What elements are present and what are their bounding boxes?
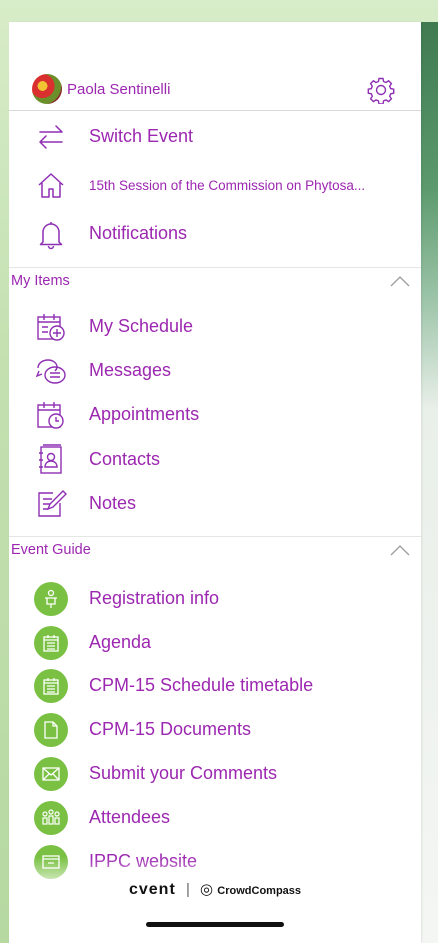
- address-book-icon: [39, 444, 62, 474]
- chevron-up-icon[interactable]: [389, 543, 411, 557]
- menu-item-contacts[interactable]: Contacts: [9, 437, 421, 481]
- footer-branding: cvent | ◎ CrowdCompass: [9, 880, 421, 899]
- navigation-drawer: Paola Sentinelli Switch Event 15th Sessi…: [9, 22, 421, 943]
- calendar-clock-icon: [37, 402, 64, 429]
- chevron-up-icon[interactable]: [389, 274, 411, 288]
- section-header-event-guide[interactable]: Event Guide: [9, 536, 421, 565]
- menu-item-notifications[interactable]: Notifications: [9, 211, 421, 255]
- menu-item-label: Registration info: [89, 588, 220, 608]
- menu-item-label: Switch Event: [89, 126, 194, 146]
- menu-item-event-home[interactable]: 15th Session of the Commission on Phytos…: [9, 163, 421, 207]
- chat-bubbles-icon: [35, 359, 66, 384]
- menu-item-schedule-timetable[interactable]: CPM-15 Schedule timetable: [9, 663, 421, 707]
- section-header-my-items[interactable]: My Items: [9, 267, 421, 296]
- menu-item-switch-event[interactable]: Switch Event: [9, 114, 421, 158]
- section-title: My Items: [11, 273, 70, 289]
- menu-item-label: My Schedule: [89, 316, 194, 336]
- document-icon: [34, 713, 68, 747]
- switch-arrows-icon: [39, 125, 63, 149]
- menu-item-label: Appointments: [89, 404, 200, 424]
- footer-divider: |: [185, 881, 190, 898]
- envelope-icon: [34, 757, 68, 791]
- menu-item-notes[interactable]: Notes: [9, 481, 421, 525]
- profile-header[interactable]: Paola Sentinelli: [9, 72, 421, 111]
- crowdcompass-logo-icon: ◎: [200, 881, 214, 898]
- menu-item-documents[interactable]: CPM-15 Documents: [9, 707, 421, 751]
- avatar[interactable]: [32, 74, 62, 104]
- menu-item-label: CPM-15 Schedule timetable: [89, 675, 314, 695]
- menu-item-registration-info[interactable]: Registration info: [9, 576, 421, 620]
- crowdcompass-logo: CrowdCompass: [217, 885, 302, 897]
- attendees-icon: [34, 801, 68, 835]
- note-pencil-icon: [38, 490, 67, 517]
- menu-item-label: Notes: [89, 493, 137, 513]
- menu-item-label: Attendees: [89, 807, 171, 827]
- background-screen: [421, 22, 438, 943]
- menu-item-my-schedule[interactable]: My Schedule: [9, 304, 421, 348]
- section-title: Event Guide: [11, 542, 91, 558]
- menu-item-label: Contacts: [89, 449, 161, 469]
- menu-item-submit-comments[interactable]: Submit your Comments: [9, 751, 421, 795]
- menu-item-attendees[interactable]: Attendees: [9, 795, 421, 839]
- menu-item-agenda[interactable]: Agenda: [9, 620, 421, 664]
- timetable-icon: [34, 669, 68, 703]
- menu-item-label: Messages: [89, 360, 172, 380]
- bell-icon: [39, 222, 63, 250]
- gear-icon[interactable]: [367, 76, 395, 104]
- registration-icon: [34, 582, 68, 616]
- calendar-add-icon: [37, 314, 65, 341]
- cvent-logo: cvent: [128, 881, 176, 898]
- menu-item-label: Agenda: [89, 632, 152, 652]
- agenda-icon: [34, 626, 68, 660]
- profile-name: Paola Sentinelli: [67, 81, 171, 98]
- home-indicator[interactable]: [146, 922, 284, 927]
- menu-item-label: 15th Session of the Commission on Phytos…: [89, 178, 366, 193]
- menu-item-appointments[interactable]: Appointments: [9, 392, 421, 436]
- menu-item-messages[interactable]: Messages: [9, 348, 421, 392]
- home-icon: [38, 173, 64, 198]
- menu-item-label: Notifications: [89, 223, 188, 243]
- menu-item-label: Submit your Comments: [89, 763, 278, 783]
- menu-item-label: CPM-15 Documents: [89, 719, 252, 739]
